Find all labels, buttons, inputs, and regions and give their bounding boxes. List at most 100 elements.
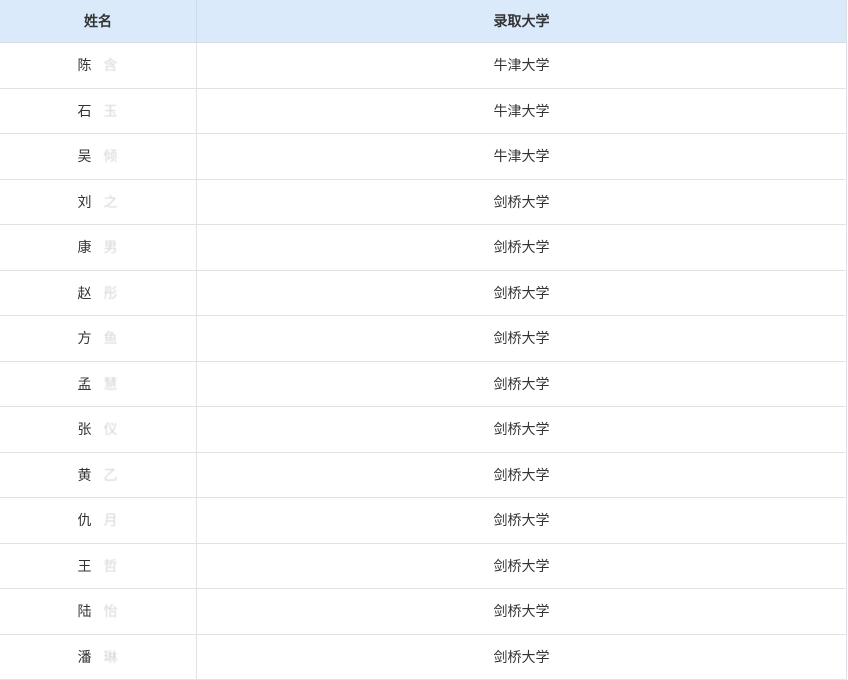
table-row: 陈含 牛津大学 bbox=[0, 43, 846, 89]
table-row: 陆怡 剑桥大学 bbox=[0, 589, 846, 635]
student-name: 赵彤 bbox=[78, 283, 119, 303]
name-surname: 张 bbox=[77, 422, 93, 439]
name-cell: 康男 bbox=[0, 225, 197, 270]
student-name: 刘之 bbox=[78, 192, 119, 212]
table-row: 赵彤 剑桥大学 bbox=[0, 270, 846, 316]
table-row: 孟慧 剑桥大学 bbox=[0, 361, 846, 407]
university-cell: 剑桥大学 bbox=[493, 376, 550, 393]
table-row: 方鱼 剑桥大学 bbox=[0, 316, 846, 362]
name-given-faded: 哲 bbox=[103, 558, 119, 575]
name-given-faded: 含 bbox=[103, 58, 119, 75]
student-name: 石玉 bbox=[78, 101, 119, 121]
name-redaction bbox=[92, 556, 104, 575]
name-cell: 仇月 bbox=[0, 498, 197, 543]
name-given-faded: 琳 bbox=[103, 649, 119, 666]
student-name: 陈含 bbox=[78, 55, 119, 75]
name-redaction bbox=[92, 56, 104, 75]
name-redaction bbox=[92, 238, 104, 257]
name-surname: 方 bbox=[77, 331, 93, 348]
name-given-faded: 乙 bbox=[103, 467, 119, 484]
name-redaction bbox=[92, 647, 104, 666]
name-cell: 王哲 bbox=[0, 543, 197, 588]
university-cell: 剑桥大学 bbox=[493, 194, 550, 211]
university-cell: 剑桥大学 bbox=[493, 331, 550, 348]
name-cell: 张仪 bbox=[0, 407, 197, 452]
university-cell: 剑桥大学 bbox=[493, 558, 550, 575]
name-redaction bbox=[92, 420, 104, 439]
name-redaction bbox=[92, 511, 104, 530]
name-redaction bbox=[92, 374, 104, 393]
name-cell: 赵彤 bbox=[0, 270, 197, 315]
student-name: 仇月 bbox=[78, 510, 119, 530]
name-surname: 仇 bbox=[77, 513, 93, 530]
university-cell: 牛津大学 bbox=[493, 149, 550, 166]
table-row: 王哲 剑桥大学 bbox=[0, 543, 846, 589]
table-row: 张仪 剑桥大学 bbox=[0, 407, 846, 453]
name-surname: 黄 bbox=[77, 467, 93, 484]
student-name: 潘琳 bbox=[78, 647, 119, 667]
name-surname: 吴 bbox=[77, 149, 93, 166]
student-name: 王哲 bbox=[78, 556, 119, 576]
name-cell: 陈含 bbox=[0, 43, 197, 88]
table-header: 姓名 录取大学 bbox=[0, 0, 846, 43]
name-surname: 康 bbox=[77, 240, 93, 257]
name-redaction bbox=[92, 283, 104, 302]
name-given-faded: 倾 bbox=[103, 149, 119, 166]
university-cell: 剑桥大学 bbox=[493, 467, 550, 484]
student-name: 孟慧 bbox=[78, 374, 119, 394]
name-given-faded: 慧 bbox=[103, 376, 119, 393]
table-row: 吴倾 牛津大学 bbox=[0, 134, 846, 180]
name-cell: 黄乙 bbox=[0, 452, 197, 497]
name-redaction bbox=[92, 465, 104, 484]
name-redaction bbox=[92, 602, 104, 621]
name-surname: 陆 bbox=[77, 604, 93, 621]
name-redaction bbox=[92, 329, 104, 348]
admissions-table: 姓名 录取大学 陈含牛津大学石玉牛津大学吴倾牛津大学刘之剑桥大学康男剑桥大学赵彤… bbox=[0, 0, 847, 680]
university-cell: 剑桥大学 bbox=[493, 422, 550, 439]
name-surname: 孟 bbox=[77, 376, 93, 393]
table-row: 仇月 剑桥大学 bbox=[0, 498, 846, 544]
name-redaction bbox=[92, 101, 104, 120]
university-cell: 剑桥大学 bbox=[493, 649, 550, 666]
student-name: 吴倾 bbox=[78, 146, 119, 166]
name-cell: 孟慧 bbox=[0, 361, 197, 406]
name-surname: 潘 bbox=[77, 649, 93, 666]
university-cell: 牛津大学 bbox=[493, 58, 550, 75]
name-redaction bbox=[92, 147, 104, 166]
table-body: 陈含牛津大学石玉牛津大学吴倾牛津大学刘之剑桥大学康男剑桥大学赵彤剑桥大学方鱼剑桥… bbox=[0, 43, 846, 680]
name-surname: 刘 bbox=[77, 194, 93, 211]
university-cell: 剑桥大学 bbox=[493, 513, 550, 530]
university-cell: 牛津大学 bbox=[493, 103, 550, 120]
table-row: 石玉 牛津大学 bbox=[0, 88, 846, 134]
student-name: 黄乙 bbox=[78, 465, 119, 485]
student-name: 康男 bbox=[78, 237, 119, 257]
name-given-faded: 之 bbox=[103, 194, 119, 211]
name-surname: 赵 bbox=[77, 285, 93, 302]
name-cell: 陆怡 bbox=[0, 589, 197, 634]
name-surname: 陈 bbox=[77, 58, 93, 75]
header-name: 姓名 bbox=[0, 0, 197, 42]
name-given-faded: 男 bbox=[103, 240, 119, 257]
name-cell: 石玉 bbox=[0, 88, 197, 133]
table-row: 黄乙 剑桥大学 bbox=[0, 452, 846, 498]
name-cell: 潘琳 bbox=[0, 634, 197, 679]
table-row: 刘之 剑桥大学 bbox=[0, 179, 846, 225]
name-cell: 方鱼 bbox=[0, 316, 197, 361]
header-university: 录取大学 bbox=[493, 14, 550, 30]
student-name: 张仪 bbox=[78, 419, 119, 439]
name-surname: 石 bbox=[77, 103, 93, 120]
name-given-faded: 鱼 bbox=[103, 331, 119, 348]
name-cell: 刘之 bbox=[0, 179, 197, 224]
university-cell: 剑桥大学 bbox=[493, 604, 550, 621]
name-given-faded: 怡 bbox=[103, 604, 119, 621]
name-cell: 吴倾 bbox=[0, 134, 197, 179]
name-given-faded: 彤 bbox=[103, 285, 119, 302]
name-surname: 王 bbox=[77, 558, 93, 575]
name-redaction bbox=[92, 192, 104, 211]
table-row: 潘琳 剑桥大学 bbox=[0, 634, 846, 680]
name-given-faded: 仪 bbox=[103, 422, 119, 439]
university-cell: 剑桥大学 bbox=[493, 285, 550, 302]
name-given-faded: 玉 bbox=[103, 103, 119, 120]
name-given-faded: 月 bbox=[103, 513, 119, 530]
student-name: 方鱼 bbox=[78, 328, 119, 348]
